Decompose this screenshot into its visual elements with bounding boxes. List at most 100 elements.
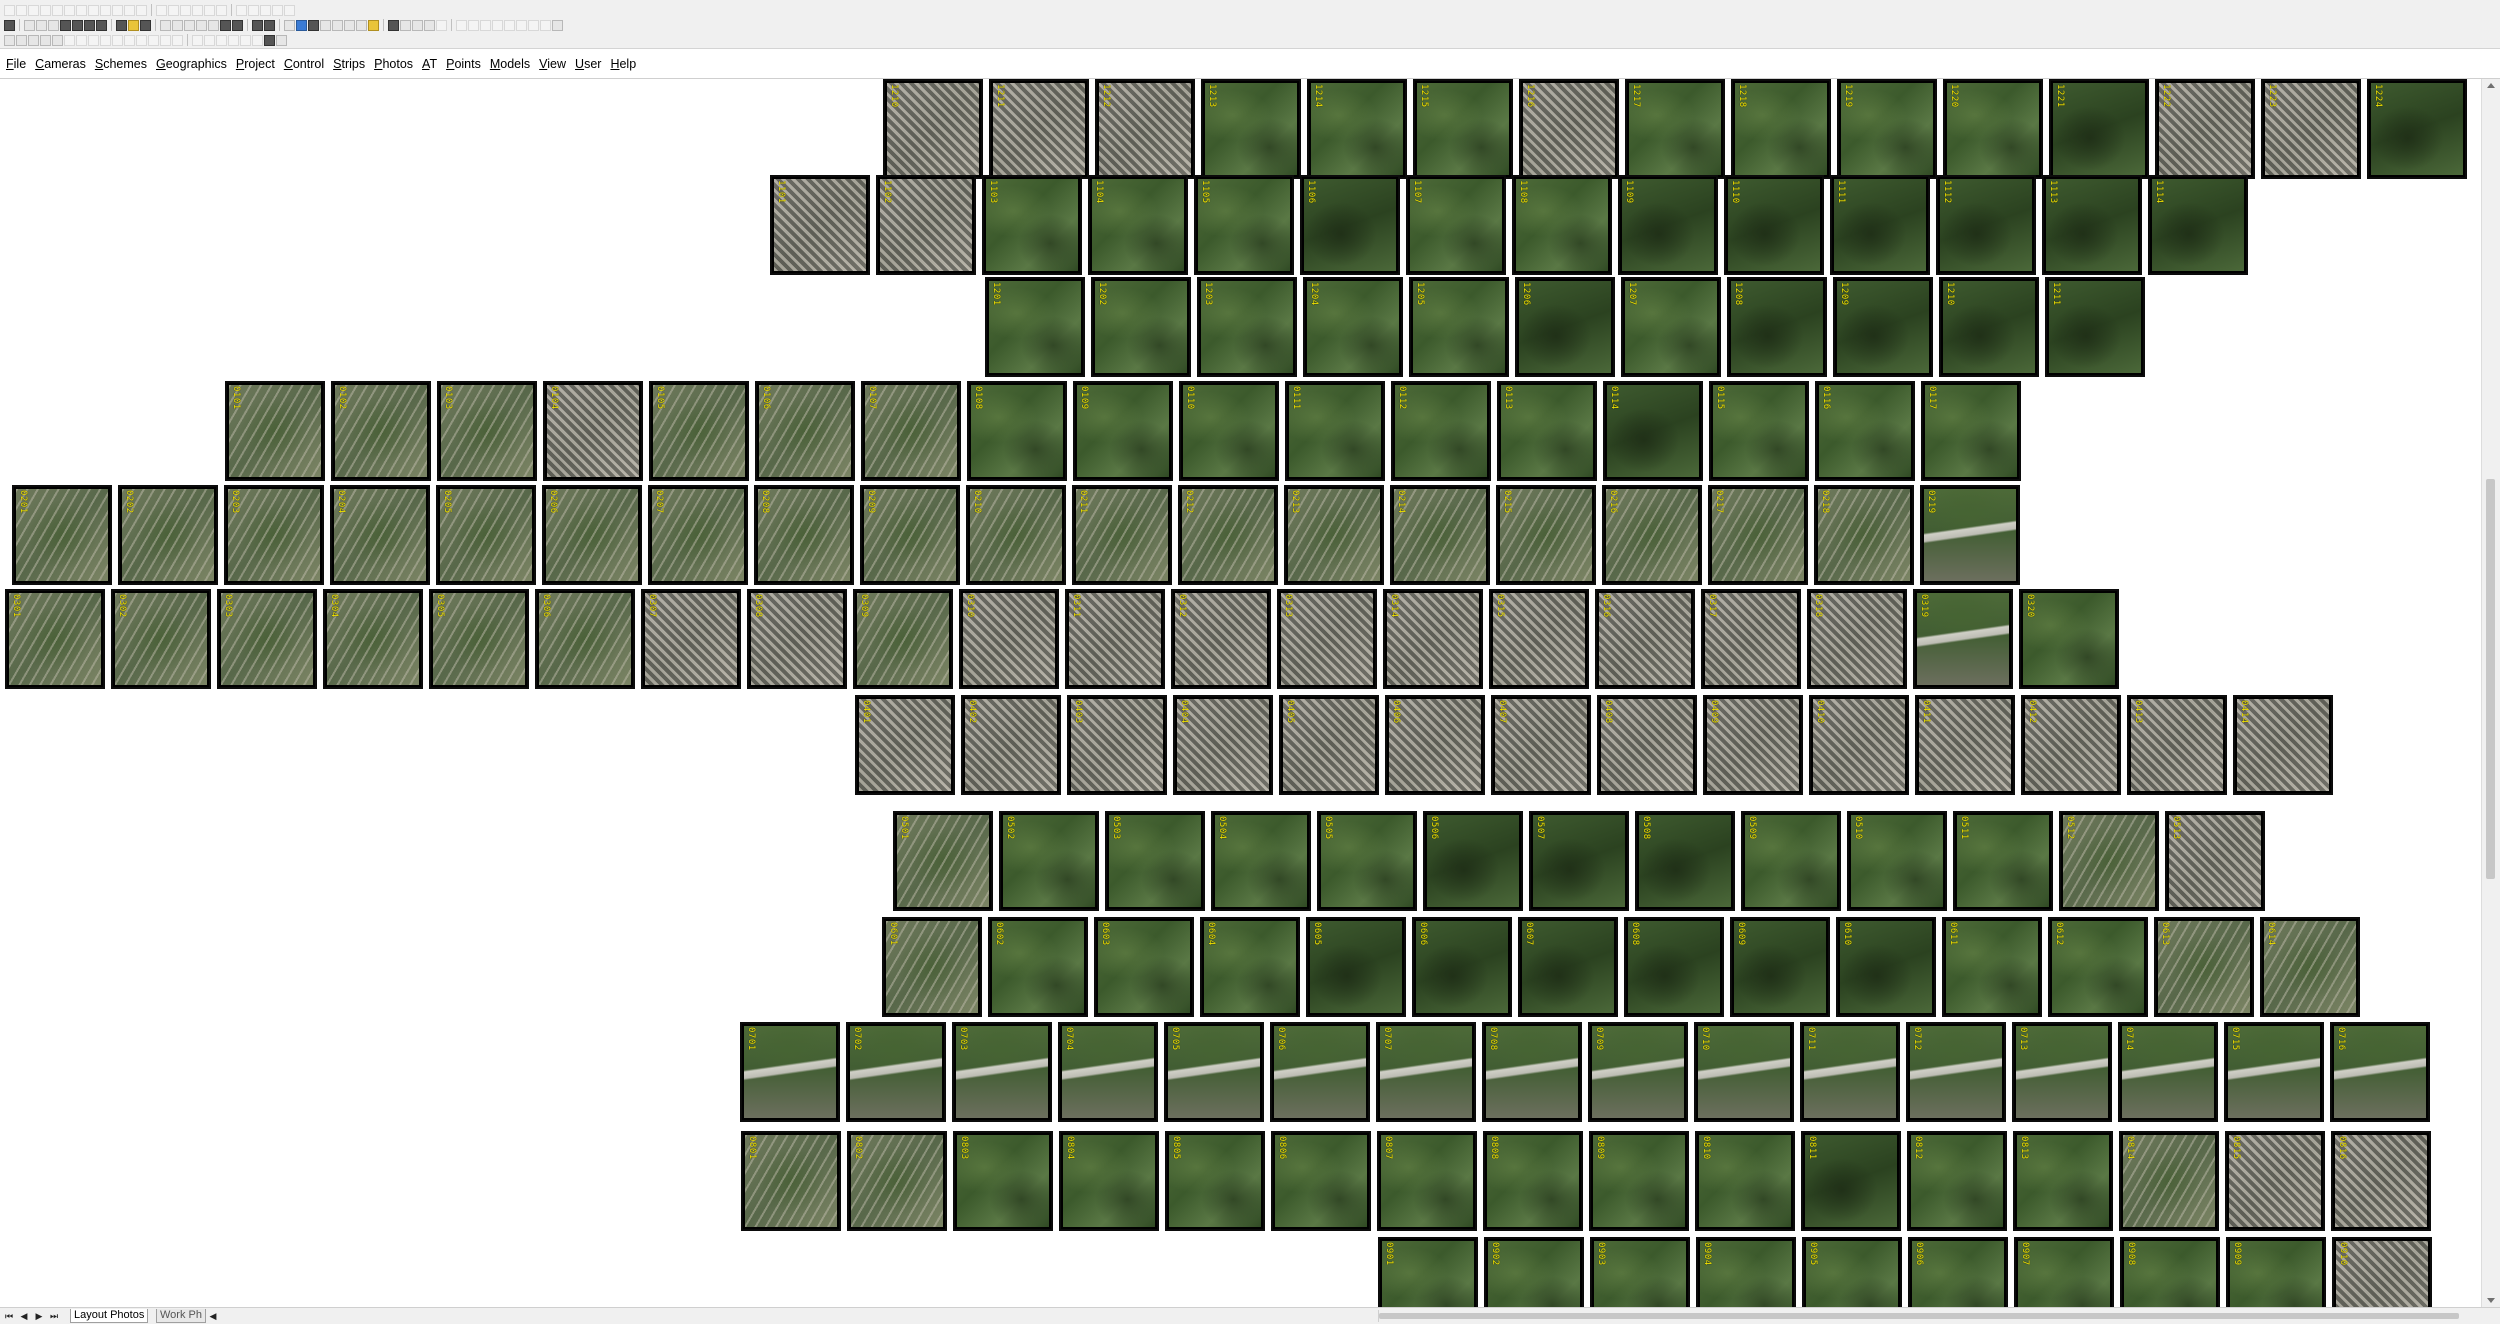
aerial-photo-tile[interactable]: 0708: [1482, 1022, 1582, 1122]
toolbar-button-icon[interactable]: [272, 4, 283, 16]
toolbar-button-icon[interactable]: [140, 19, 151, 31]
aerial-photo-tile[interactable]: 0811: [1801, 1131, 1901, 1231]
aerial-photo-tile[interactable]: 0602: [988, 917, 1088, 1017]
aerial-photo-tile[interactable]: 0105: [649, 381, 749, 481]
aerial-photo-tile[interactable]: 1207: [1621, 277, 1721, 377]
toolbar-button-icon[interactable]: [128, 19, 139, 31]
menu-view[interactable]: View: [539, 57, 566, 71]
aerial-photo-tile[interactable]: 0714: [2118, 1022, 2218, 1122]
aerial-photo-tile[interactable]: 0702: [846, 1022, 946, 1122]
toolbar-button-icon[interactable]: [40, 34, 51, 46]
toolbar-button-icon[interactable]: [208, 19, 219, 31]
aerial-photo-tile[interactable]: 0902: [1484, 1237, 1584, 1307]
aerial-photo-tile[interactable]: 1101: [770, 175, 870, 275]
aerial-photo-tile[interactable]: 0712: [1906, 1022, 2006, 1122]
toolbar-button-icon[interactable]: [4, 19, 15, 31]
first-sheet-icon[interactable]: ⏮: [4, 1311, 14, 1321]
toolbar-button-icon[interactable]: [96, 19, 107, 31]
toolbar-button-icon[interactable]: [172, 19, 183, 31]
aerial-photo-tile[interactable]: 0304: [323, 589, 423, 689]
aerial-photo-tile[interactable]: 1204: [1303, 277, 1403, 377]
aerial-photo-tile[interactable]: 0206: [542, 485, 642, 585]
aerial-photo-tile[interactable]: 0505: [1317, 811, 1417, 911]
aerial-photo-tile[interactable]: 0814: [2119, 1131, 2219, 1231]
toolbar-button-icon[interactable]: [368, 19, 379, 31]
aerial-photo-tile[interactable]: 0506: [1423, 811, 1523, 911]
aerial-photo-tile[interactable]: 0205: [436, 485, 536, 585]
aerial-photo-tile[interactable]: 0909: [2226, 1237, 2326, 1307]
toolbar-button-icon[interactable]: [192, 4, 203, 16]
aerial-photo-tile[interactable]: 0214: [1390, 485, 1490, 585]
aerial-photo-tile[interactable]: 0219: [1920, 485, 2020, 585]
toolbar-button-icon[interactable]: [112, 4, 123, 16]
toolbar-button-icon[interactable]: [284, 19, 295, 31]
horizontal-scroll-thumb[interactable]: [1379, 1313, 2459, 1319]
aerial-photo-tile[interactable]: 0320: [2019, 589, 2119, 689]
aerial-photo-tile[interactable]: 0404: [1173, 695, 1273, 795]
aerial-photo-tile[interactable]: 0603: [1094, 917, 1194, 1017]
aerial-photo-tile[interactable]: 0804: [1059, 1131, 1159, 1231]
menu-user[interactable]: User: [575, 57, 601, 71]
aerial-photo-tile[interactable]: 0706: [1270, 1022, 1370, 1122]
aerial-photo-tile[interactable]: 1110: [1724, 175, 1824, 275]
aerial-photo-tile[interactable]: 0104: [543, 381, 643, 481]
aerial-photo-tile[interactable]: 0509: [1741, 811, 1841, 911]
toolbar-button-icon[interactable]: [148, 34, 159, 46]
aerial-photo-tile[interactable]: 1209: [1833, 277, 1933, 377]
toolbar-button-icon[interactable]: [76, 34, 87, 46]
aerial-photo-tile[interactable]: 1103: [982, 175, 1082, 275]
toolbar-button-icon[interactable]: [388, 19, 399, 31]
aerial-photo-tile[interactable]: 0813: [2013, 1131, 2113, 1231]
aerial-photo-tile[interactable]: 0313: [1277, 589, 1377, 689]
toolbar-button-icon[interactable]: [36, 19, 47, 31]
aerial-photo-tile[interactable]: 0213: [1284, 485, 1384, 585]
aerial-photo-tile[interactable]: 0707: [1376, 1022, 1476, 1122]
toolbar-button-icon[interactable]: [320, 19, 331, 31]
aerial-photo-tile[interactable]: 0115: [1709, 381, 1809, 481]
aerial-photo-tile[interactable]: 0806: [1271, 1131, 1371, 1231]
toolbar-button-icon[interactable]: [100, 4, 111, 16]
aerial-photo-tile[interactable]: 0807: [1377, 1131, 1477, 1231]
aerial-photo-tile[interactable]: 0510: [1847, 811, 1947, 911]
toolbar-button-icon[interactable]: [344, 19, 355, 31]
aerial-photo-tile[interactable]: 0113: [1497, 381, 1597, 481]
aerial-photo-tile[interactable]: 0701: [740, 1022, 840, 1122]
aerial-photo-tile[interactable]: 0705: [1164, 1022, 1264, 1122]
aerial-photo-tile[interactable]: 0110: [1179, 381, 1279, 481]
aerial-photo-tile[interactable]: 1217: [1625, 79, 1725, 179]
aerial-photo-tile[interactable]: 0116: [1815, 381, 1915, 481]
toolbar-button-icon[interactable]: [468, 19, 479, 31]
toolbar-button-icon[interactable]: [240, 34, 251, 46]
aerial-photo-tile[interactable]: 1224: [2367, 79, 2467, 179]
aerial-photo-tile[interactable]: 0216: [1602, 485, 1702, 585]
scroll-up-arrow-icon[interactable]: [2487, 83, 2495, 88]
aerial-photo-tile[interactable]: 0704: [1058, 1022, 1158, 1122]
toolbar-button-icon[interactable]: [296, 19, 307, 31]
aerial-photo-tile[interactable]: 0319: [1913, 589, 2013, 689]
aerial-photo-tile[interactable]: 0503: [1105, 811, 1205, 911]
toolbar-button-icon[interactable]: [236, 4, 247, 16]
aerial-photo-tile[interactable]: 0401: [855, 695, 955, 795]
toolbar-button-icon[interactable]: [276, 34, 287, 46]
toolbar-button-icon[interactable]: [248, 4, 259, 16]
menu-models[interactable]: Models: [490, 57, 530, 71]
toolbar-button-icon[interactable]: [552, 19, 563, 31]
aerial-photo-tile[interactable]: 0218: [1814, 485, 1914, 585]
aerial-photo-tile[interactable]: 0103: [437, 381, 537, 481]
aerial-photo-tile[interactable]: 0215: [1496, 485, 1596, 585]
aerial-photo-tile[interactable]: 0607: [1518, 917, 1618, 1017]
toolbar-button-icon[interactable]: [308, 19, 319, 31]
aerial-photo-tile[interactable]: 0305: [429, 589, 529, 689]
toolbar-button-icon[interactable]: [124, 4, 135, 16]
toolbar-button-icon[interactable]: [112, 34, 123, 46]
aerial-photo-tile[interactable]: 0715: [2224, 1022, 2324, 1122]
menu-cameras[interactable]: Cameras: [35, 57, 86, 71]
toolbar-button-icon[interactable]: [204, 34, 215, 46]
toolbar-button-icon[interactable]: [260, 4, 271, 16]
aerial-photo-tile[interactable]: 1206: [1515, 277, 1615, 377]
aerial-photo-tile[interactable]: 0204: [330, 485, 430, 585]
aerial-photo-tile[interactable]: 0903: [1590, 1237, 1690, 1307]
aerial-photo-tile[interactable]: 0812: [1907, 1131, 2007, 1231]
toolbar-button-icon[interactable]: [424, 19, 435, 31]
aerial-photo-tile[interactable]: 0112: [1391, 381, 1491, 481]
